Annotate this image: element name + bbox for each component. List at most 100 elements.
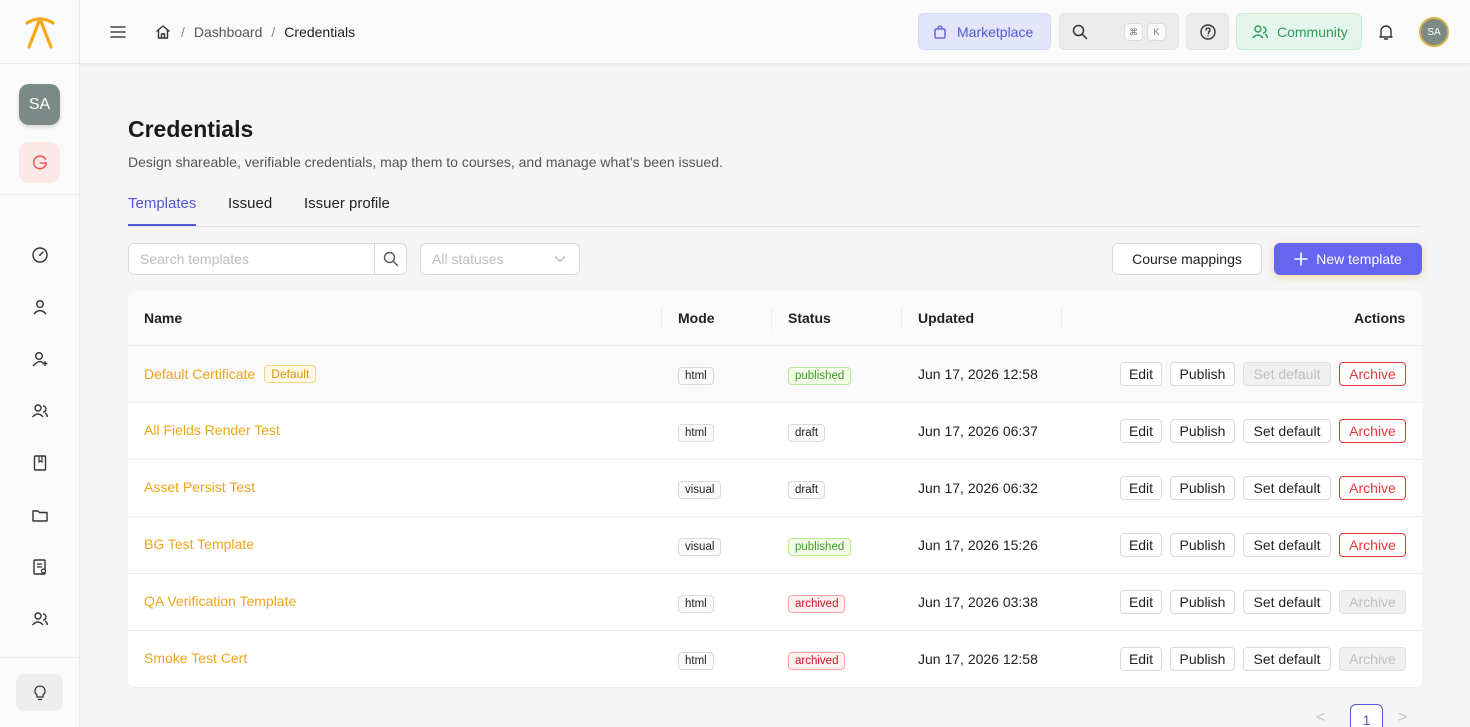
mode-tag: visual bbox=[678, 481, 722, 499]
community-button[interactable]: Community bbox=[1236, 13, 1362, 50]
tab-bar: Templates Issued Issuer profile bbox=[128, 188, 1422, 227]
table-row: BG Test Template visual published Jun 17, 2… bbox=[128, 517, 1422, 574]
archive-button[interactable]: Archive bbox=[1339, 419, 1406, 443]
publish-button[interactable]: Publish bbox=[1170, 419, 1235, 443]
tab-templates[interactable]: Templates bbox=[128, 195, 197, 226]
edit-button[interactable]: Edit bbox=[1120, 476, 1162, 500]
tips-button[interactable] bbox=[16, 674, 63, 711]
archive-button[interactable]: Archive bbox=[1339, 362, 1406, 386]
edit-button[interactable]: Edit bbox=[1120, 362, 1162, 386]
set-default-button[interactable]: Set default bbox=[1243, 419, 1331, 443]
status-filter-select[interactable]: All statuses bbox=[420, 243, 580, 275]
global-search-button[interactable]: ⌘ K bbox=[1059, 13, 1179, 50]
template-name-link[interactable]: Default Certificate Default bbox=[144, 365, 317, 383]
col-divider bbox=[771, 308, 772, 330]
col-divider bbox=[661, 308, 662, 330]
template-search-input[interactable] bbox=[129, 244, 376, 274]
nav-profile[interactable] bbox=[24, 291, 56, 323]
publish-button[interactable]: Publish bbox=[1170, 590, 1235, 614]
bell-icon bbox=[1379, 25, 1393, 40]
tab-issuer-profile[interactable]: Issuer profile bbox=[304, 195, 390, 226]
help-icon bbox=[1199, 23, 1216, 40]
edit-button[interactable]: Edit bbox=[1120, 419, 1162, 443]
book-icon bbox=[33, 455, 47, 471]
publish-button[interactable]: Publish bbox=[1170, 362, 1235, 386]
course-mappings-button[interactable]: Course mappings bbox=[1112, 243, 1262, 275]
status-badge: archived bbox=[788, 652, 846, 670]
col-mode: Mode bbox=[678, 310, 715, 326]
breadcrumb-dashboard-link[interactable]: Dashboard bbox=[194, 24, 263, 40]
template-search-button[interactable] bbox=[374, 244, 406, 274]
nav-dashboard[interactable] bbox=[24, 239, 56, 271]
table-row: Default Certificate Default html published J… bbox=[128, 346, 1422, 403]
page-number-button[interactable]: 1 bbox=[1350, 704, 1383, 727]
user-avatar[interactable]: SA bbox=[1419, 17, 1449, 47]
nav-team[interactable] bbox=[24, 603, 56, 635]
publish-button[interactable]: Publish bbox=[1170, 476, 1235, 500]
archive-button[interactable]: Archive bbox=[1339, 590, 1406, 614]
edit-button[interactable]: Edit bbox=[1120, 590, 1162, 614]
help-button[interactable] bbox=[1186, 13, 1229, 50]
new-template-button[interactable]: New template bbox=[1274, 243, 1422, 275]
template-name: QA Verification Template bbox=[144, 593, 297, 609]
publish-button[interactable]: Publish bbox=[1170, 647, 1235, 671]
sidebar: SA bbox=[0, 0, 80, 727]
template-name: Smoke Test Cert bbox=[144, 650, 248, 666]
mode-tag: html bbox=[678, 652, 714, 670]
publish-button[interactable]: Publish bbox=[1170, 533, 1235, 557]
chevron-right-icon[interactable]: > bbox=[1398, 709, 1407, 727]
mode-tag: html bbox=[678, 367, 714, 385]
edit-button[interactable]: Edit bbox=[1120, 533, 1162, 557]
breadcrumb-current: Credentials bbox=[284, 24, 356, 40]
template-name-link[interactable]: BG Test Template bbox=[144, 536, 254, 552]
edit-button[interactable]: Edit bbox=[1120, 647, 1162, 671]
workspace-avatar[interactable]: SA bbox=[19, 84, 60, 125]
status-filter-placeholder: All statuses bbox=[432, 251, 504, 267]
updated-date: Jun 17, 2026 15:26 bbox=[918, 537, 1038, 553]
template-name-link[interactable]: All Fields Render Test bbox=[144, 422, 280, 438]
archive-button[interactable]: Archive bbox=[1339, 476, 1406, 500]
chevron-left-icon[interactable]: < bbox=[1316, 709, 1325, 727]
template-search bbox=[128, 243, 407, 275]
template-name: BG Test Template bbox=[144, 536, 254, 552]
template-name-link[interactable]: QA Verification Template bbox=[144, 593, 296, 609]
page-subtitle: Design shareable, verifiable credentials… bbox=[128, 154, 723, 170]
status-badge: draft bbox=[788, 481, 826, 499]
google-icon bbox=[32, 154, 47, 169]
notifications-button[interactable] bbox=[1372, 18, 1400, 46]
nav-users[interactable] bbox=[24, 395, 56, 427]
nav-add-user[interactable] bbox=[24, 343, 56, 375]
set-default-button[interactable]: Set default bbox=[1243, 590, 1331, 614]
template-name-link[interactable]: Smoke Test Cert bbox=[144, 650, 247, 666]
user-icon bbox=[33, 300, 47, 315]
col-status: Status bbox=[788, 310, 831, 326]
updated-date: Jun 17, 2026 06:37 bbox=[918, 423, 1038, 439]
plus-icon bbox=[1294, 252, 1309, 266]
set-default-button[interactable]: Set default bbox=[1243, 647, 1331, 671]
updated-date: Jun 17, 2026 03:38 bbox=[918, 594, 1038, 610]
status-badge: published bbox=[788, 538, 852, 556]
tab-issued[interactable]: Issued bbox=[228, 195, 272, 226]
col-actions: Actions bbox=[1354, 310, 1406, 326]
set-default-button[interactable]: Set default bbox=[1243, 476, 1331, 500]
archive-button[interactable]: Archive bbox=[1339, 533, 1406, 557]
status-badge: published bbox=[788, 367, 852, 385]
marketplace-button[interactable]: Marketplace bbox=[918, 13, 1051, 50]
updated-date: Jun 17, 2026 12:58 bbox=[918, 366, 1038, 382]
archive-button[interactable]: Archive bbox=[1339, 647, 1406, 671]
nav-credentials[interactable] bbox=[24, 551, 56, 583]
team-icon bbox=[31, 612, 49, 626]
set-default-button[interactable]: Set default bbox=[1243, 362, 1331, 386]
top-header: / Dashboard / Credentials Marketplace ⌘ … bbox=[80, 0, 1470, 64]
nav-courses[interactable] bbox=[24, 447, 56, 479]
menu-toggle-button[interactable] bbox=[104, 18, 132, 46]
lightbulb-icon bbox=[33, 684, 46, 700]
template-name-link[interactable]: Asset Persist Test bbox=[144, 479, 255, 495]
home-icon[interactable] bbox=[154, 23, 172, 41]
app-logo[interactable] bbox=[0, 0, 80, 64]
set-default-button[interactable]: Set default bbox=[1243, 533, 1331, 557]
status-badge: draft bbox=[788, 424, 826, 442]
nav-files[interactable] bbox=[24, 499, 56, 531]
page-title: Credentials bbox=[128, 116, 254, 142]
google-workspace-button[interactable] bbox=[19, 142, 60, 183]
